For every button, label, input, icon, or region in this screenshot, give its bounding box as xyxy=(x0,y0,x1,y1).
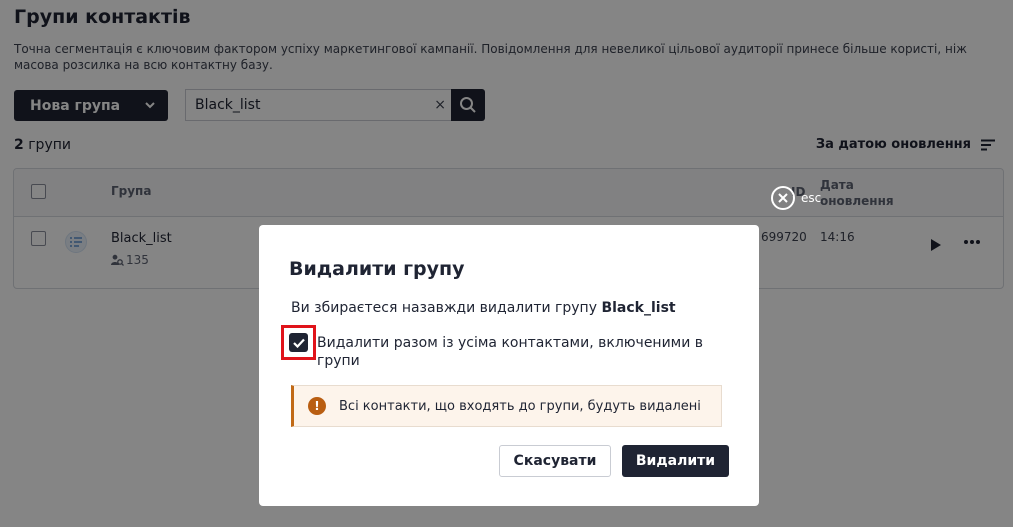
close-modal-control[interactable]: esc xyxy=(771,186,821,210)
esc-label: esc xyxy=(801,191,822,205)
dialog-title: Видалити групу xyxy=(289,258,465,280)
dialog-message-prefix: Ви збираєтеся назавжди видалити групу xyxy=(291,300,602,316)
delete-contacts-label[interactable]: Видалити разом із усіма контактами, вклю… xyxy=(317,334,717,370)
delete-button[interactable]: Видалити xyxy=(622,445,729,477)
warning-text: Всі контакти, що входять до групи, будут… xyxy=(339,398,701,414)
checkmark-icon xyxy=(292,338,305,348)
delete-contacts-checkbox[interactable] xyxy=(289,333,308,352)
delete-group-dialog: Видалити групу Ви збираєтеся назавжди ви… xyxy=(259,225,759,506)
warning-icon: ! xyxy=(308,397,326,415)
cancel-button[interactable]: Скасувати xyxy=(499,445,611,477)
warning-banner: ! Всі контакти, що входять до групи, буд… xyxy=(291,385,722,427)
close-icon[interactable] xyxy=(771,186,795,210)
dialog-group-name: Black_list xyxy=(601,300,676,316)
dialog-message: Ви збираєтеся назавжди видалити групу Bl… xyxy=(291,300,676,316)
